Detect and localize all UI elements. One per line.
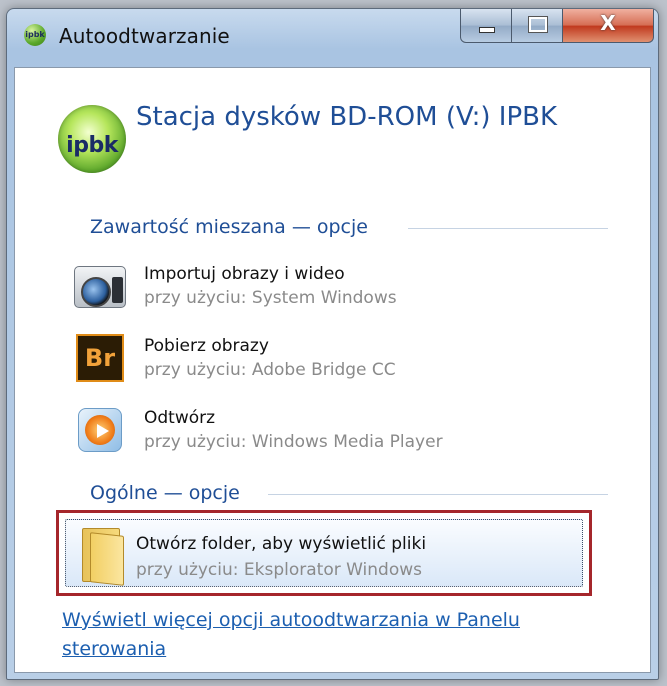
section-divider [268,494,608,495]
option-subtitle: przy użyciu: Windows Media Player [144,432,443,452]
drive-icon-label: ipbk [66,133,118,158]
maximize-icon [528,16,548,33]
option-title: Pobierz obrazy [144,336,269,356]
option-play[interactable]: Odtwórz przy użyciu: Windows Media Playe… [64,404,594,464]
window-title: Autoodtwarzanie [59,24,230,48]
option-open-folder-highlight[interactable]: Otwórz folder, aby wyświetlić pliki przy… [56,510,592,596]
adobe-bridge-icon: Br [72,332,124,384]
more-autoplay-options-link[interactable]: Wyświetl więcej opcji autoodtwarzania w … [62,606,602,664]
maximize-button[interactable] [511,9,563,43]
windows-media-player-icon [72,404,124,456]
option-title: Odtwórz [144,408,216,428]
option-title: Importuj obrazy i wideo [144,264,345,284]
drive-ipbk-icon: ipbk [58,105,126,173]
option-title: Otwórz folder, aby wyświetlić pliki [136,534,427,554]
option-download-images[interactable]: Br Pobierz obrazy przy użyciu: Adobe Bri… [64,332,594,392]
ipbk-app-icon: ipbk [24,24,46,46]
camera-icon [72,260,126,312]
option-subtitle: przy użyciu: System Windows [144,288,397,308]
option-import-images[interactable]: Importuj obrazy i wideo przy użyciu: Sys… [64,260,594,320]
title-bar[interactable]: ipbk Autoodtwarzanie X [7,9,658,67]
section-heading-mixed: Zawartość mieszana — opcje [90,216,368,238]
close-button[interactable]: X [562,9,654,43]
section-heading-general: Ogólne — opcje [90,482,240,504]
option-subtitle: przy użyciu: Eksplorator Windows [136,560,423,580]
minimize-icon [479,27,495,33]
drive-title: Stacja dysków BD-ROM (V:) IPBK [136,102,558,132]
option-subtitle: przy użyciu: Adobe Bridge CC [144,360,396,380]
minimize-button[interactable] [460,9,512,43]
option-open-folder[interactable]: Otwórz folder, aby wyświetlić pliki przy… [65,519,583,587]
close-icon: X [600,11,616,35]
folder-icon [82,528,124,586]
section-divider [408,228,608,229]
